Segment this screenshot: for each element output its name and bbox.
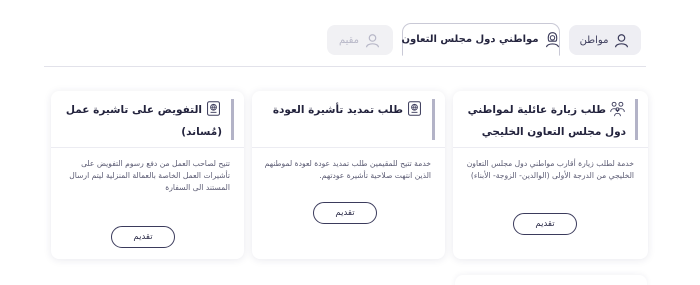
apply-button[interactable]: تقديم <box>513 213 577 235</box>
card-description: تتيح لصاحب العمل من دفع رسوم التفويض على… <box>69 159 230 192</box>
tabs-divider <box>44 66 646 67</box>
card-title: طلب تمديد تأشيرة العودة <box>272 104 403 116</box>
service-card-partial <box>455 275 647 285</box>
card-divider <box>51 147 244 148</box>
tab-resident[interactable]: مقيم <box>327 25 393 55</box>
service-card-work-visa-authorization: التفويض على تاشيرة عمل (مُساند) تتيح لصا… <box>51 91 244 259</box>
card-header: طلب تمديد تأشيرة العودة <box>262 99 435 140</box>
service-card-family-visit: طلب زيارة عائلية لمواطني دول مجلس التعاو… <box>453 91 648 259</box>
card-title: طلب زيارة عائلية لمواطني دول مجلس التعاو… <box>467 104 626 138</box>
passport-icon <box>207 101 220 116</box>
person-headscarf-icon <box>545 32 559 48</box>
family-icon <box>610 101 625 117</box>
card-divider <box>252 147 445 148</box>
tab-gcc-citizen-label: مواطني دول مجلس التعاون <box>401 34 539 45</box>
card-header: التفويض على تاشيرة عمل (مُساند) <box>61 99 234 140</box>
person-icon <box>366 33 380 47</box>
card-header: طلب زيارة عائلية لمواطني دول مجلس التعاو… <box>463 99 638 140</box>
tabs-row: مقيم مواطني دول مجلس التعاون مواطن <box>327 23 641 56</box>
tab-citizen-label: مواطن <box>579 34 609 46</box>
card-divider <box>453 147 648 148</box>
tab-citizen[interactable]: مواطن <box>569 25 641 55</box>
card-description: خدمة تتيح للمقيمين طلب تمديد عودة لعودة … <box>264 159 431 180</box>
tab-resident-label: مقيم <box>338 34 360 46</box>
apply-button[interactable]: تقديم <box>111 226 175 248</box>
tab-gcc-citizen[interactable]: مواطني دول مجلس التعاون <box>402 23 560 56</box>
service-card-return-visa-extension: طلب تمديد تأشيرة العودة خدمة تتيح للمقيم… <box>252 91 445 259</box>
card-title: التفويض على تاشيرة عمل (مُساند) <box>65 104 222 138</box>
card-description: خدمة لطلب زيارة أقارب مواطني دول مجلس ال… <box>466 159 634 180</box>
person-icon <box>615 33 629 47</box>
apply-button[interactable]: تقديم <box>313 202 377 224</box>
passport-icon <box>408 101 421 116</box>
